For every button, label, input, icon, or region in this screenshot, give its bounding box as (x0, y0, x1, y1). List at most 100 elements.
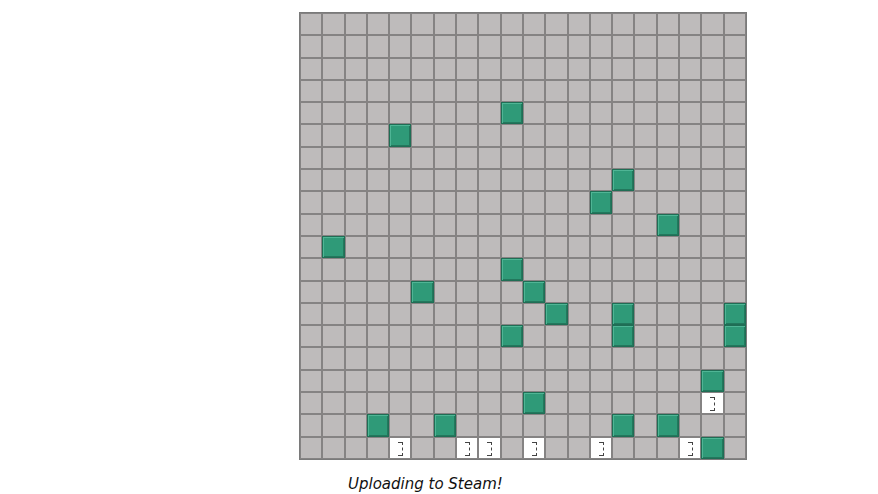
grid-cell[interactable] (411, 58, 433, 80)
grid-cell[interactable] (679, 13, 701, 35)
grid-cell[interactable] (300, 58, 322, 80)
grid-cell[interactable] (701, 370, 723, 392)
grid-cell[interactable] (501, 392, 523, 414)
grid-cell[interactable] (411, 414, 433, 436)
grid-cell[interactable] (345, 102, 367, 124)
grid-cell[interactable] (389, 414, 411, 436)
grid-cell[interactable] (612, 236, 634, 258)
grid-cell[interactable] (389, 281, 411, 303)
grid-cell[interactable] (322, 392, 344, 414)
grid-cell[interactable] (612, 437, 634, 459)
grid-cell[interactable] (389, 124, 411, 146)
grid-cell[interactable] (523, 214, 545, 236)
grid-cell[interactable] (322, 437, 344, 459)
grid-cell[interactable] (345, 347, 367, 369)
grid-cell[interactable] (590, 147, 612, 169)
grid-cell[interactable] (523, 392, 545, 414)
grid-cell[interactable] (657, 58, 679, 80)
grid-cell[interactable] (501, 236, 523, 258)
grid-cell[interactable] (545, 347, 567, 369)
grid-cell[interactable] (411, 392, 433, 414)
grid-cell[interactable] (568, 124, 590, 146)
grid-cell[interactable] (501, 214, 523, 236)
grid-cell[interactable] (411, 214, 433, 236)
grid-cell[interactable] (367, 214, 389, 236)
grid-cell[interactable] (634, 58, 656, 80)
grid-cell[interactable] (478, 58, 500, 80)
grid-cell[interactable] (568, 13, 590, 35)
grid-cell[interactable] (701, 13, 723, 35)
grid-cell[interactable] (389, 370, 411, 392)
grid-cell[interactable] (634, 303, 656, 325)
grid-cell[interactable] (545, 392, 567, 414)
grid-cell[interactable] (724, 147, 746, 169)
grid-cell[interactable] (322, 347, 344, 369)
grid-cell[interactable] (367, 281, 389, 303)
grid-cell[interactable] (634, 124, 656, 146)
grid-cell[interactable] (478, 13, 500, 35)
grid-cell[interactable] (501, 147, 523, 169)
grid-cell[interactable] (657, 169, 679, 191)
grid-cell[interactable] (724, 392, 746, 414)
grid-cell[interactable] (411, 191, 433, 213)
grid-cell[interactable] (300, 325, 322, 347)
grid-cell[interactable] (612, 102, 634, 124)
grid-cell[interactable] (657, 214, 679, 236)
grid-cell[interactable] (545, 437, 567, 459)
grid-cell[interactable] (590, 124, 612, 146)
grid-cell[interactable] (568, 169, 590, 191)
grid-cell[interactable] (389, 236, 411, 258)
grid-cell[interactable] (657, 392, 679, 414)
grid-cell[interactable] (657, 325, 679, 347)
grid-cell[interactable] (389, 147, 411, 169)
grid-cell[interactable] (634, 325, 656, 347)
grid-cell[interactable] (322, 169, 344, 191)
grid-cell[interactable] (300, 147, 322, 169)
grid-cell[interactable] (724, 124, 746, 146)
grid-cell[interactable] (389, 80, 411, 102)
grid-cell[interactable] (545, 80, 567, 102)
grid-cell[interactable] (501, 191, 523, 213)
grid-cell[interactable] (679, 58, 701, 80)
grid-cell[interactable] (590, 437, 612, 459)
grid-cell[interactable] (411, 35, 433, 57)
grid-cell[interactable] (724, 13, 746, 35)
grid-cell[interactable] (568, 281, 590, 303)
grid-cell[interactable] (568, 325, 590, 347)
grid-cell[interactable] (322, 325, 344, 347)
grid-cell[interactable] (456, 325, 478, 347)
grid-cell[interactable] (322, 214, 344, 236)
grid-cell[interactable] (701, 258, 723, 280)
grid-cell[interactable] (679, 124, 701, 146)
grid-cell[interactable] (411, 303, 433, 325)
grid-cell[interactable] (322, 80, 344, 102)
grid-cell[interactable] (300, 191, 322, 213)
grid-cell[interactable] (724, 303, 746, 325)
grid-cell[interactable] (590, 303, 612, 325)
grid-cell[interactable] (411, 258, 433, 280)
grid-cell[interactable] (679, 347, 701, 369)
grid-cell[interactable] (345, 58, 367, 80)
grid-cell[interactable] (367, 191, 389, 213)
grid-cell[interactable] (300, 437, 322, 459)
grid-cell[interactable] (322, 124, 344, 146)
grid-cell[interactable] (367, 414, 389, 436)
grid-cell[interactable] (523, 347, 545, 369)
grid-cell[interactable] (724, 35, 746, 57)
grid-cell[interactable] (612, 258, 634, 280)
grid-cell[interactable] (300, 370, 322, 392)
grid-cell[interactable] (523, 258, 545, 280)
grid-cell[interactable] (657, 35, 679, 57)
grid-cell[interactable] (434, 414, 456, 436)
grid-cell[interactable] (590, 35, 612, 57)
grid-cell[interactable] (300, 13, 322, 35)
grid-cell[interactable] (456, 236, 478, 258)
grid-cell[interactable] (367, 258, 389, 280)
grid-cell[interactable] (456, 392, 478, 414)
grid-cell[interactable] (300, 414, 322, 436)
grid-cell[interactable] (545, 214, 567, 236)
grid-cell[interactable] (345, 214, 367, 236)
grid-cell[interactable] (679, 281, 701, 303)
grid-cell[interactable] (523, 281, 545, 303)
grid-cell[interactable] (345, 392, 367, 414)
